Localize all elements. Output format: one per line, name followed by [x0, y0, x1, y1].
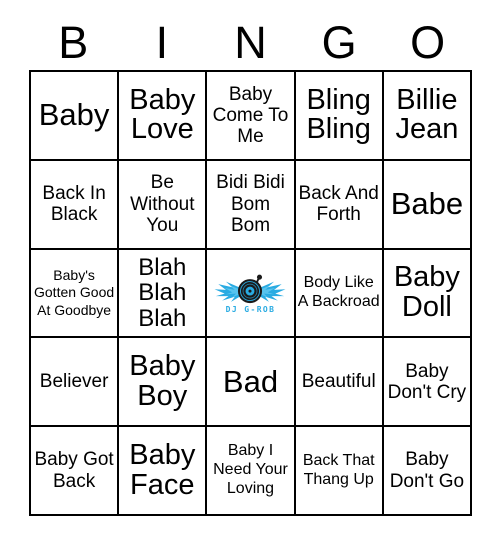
bingo-cell[interactable]: Back That Thang Up	[295, 427, 384, 516]
bingo-cell[interactable]: Beautiful	[295, 338, 384, 428]
bingo-cell[interactable]: Bling Bling	[295, 72, 384, 161]
bingo-cell[interactable]: Baby Don't Cry	[383, 338, 472, 428]
header-letter-o: O	[410, 16, 446, 68]
bingo-cell-label: Bad	[222, 363, 279, 399]
bingo-cell[interactable]: Back In Black	[31, 160, 120, 250]
bingo-cell-label: Bling Bling	[306, 83, 371, 146]
header-letter-n: N	[234, 16, 267, 68]
bingo-cell[interactable]: Baby Face	[119, 427, 208, 516]
free-space-content: DJ G-ROB	[207, 250, 293, 337]
bingo-cell-label: Baby's Gotten Good At Goodbye	[34, 267, 115, 318]
header-letter-b: B	[58, 16, 89, 68]
bingo-grid: Baby Baby Love Baby Come To Me Bling Bling B…	[29, 70, 472, 516]
bingo-cell-label: Baby Doll	[393, 261, 460, 323]
bingo-cell-label: Back And Forth	[298, 182, 379, 226]
bingo-cell[interactable]: Baby	[31, 72, 120, 161]
bingo-cell-label: Baby Got Back	[34, 449, 114, 492]
bingo-cell[interactable]: Baby Boy	[119, 338, 208, 428]
bingo-cell[interactable]: Blah Blah Blah	[119, 249, 208, 339]
bingo-cell-free-space[interactable]: DJ G-ROB	[207, 249, 296, 339]
bingo-cell[interactable]: Baby Doll	[383, 249, 472, 339]
bingo-cell-label: Believer	[39, 371, 109, 393]
bingo-cell[interactable]: Baby Got Back	[31, 427, 120, 516]
bingo-cell-label: Baby Don't Go	[389, 449, 465, 492]
bingo-cell-label: Babe	[390, 186, 464, 222]
dj-g-rob-logo	[207, 250, 293, 337]
bingo-cell-label: Baby I Need Your Loving	[213, 442, 288, 498]
bingo-cell[interactable]: Bad	[207, 338, 296, 428]
bingo-cell-label: Body Like A Backroad	[297, 274, 380, 310]
bingo-cell-label: Back In Black	[42, 182, 106, 226]
bingo-cell[interactable]: Bidi Bidi Bom Bom	[207, 160, 296, 250]
bingo-cell[interactable]: Baby Come To Me	[207, 72, 296, 161]
bingo-cell[interactable]: Be Without You	[119, 160, 208, 250]
bingo-cell-label: Billie Jean	[395, 83, 459, 146]
bingo-cell-label: Baby Come To Me	[212, 83, 289, 148]
bingo-cell[interactable]: Back And Forth	[295, 160, 384, 250]
bingo-cell-label: Baby Face	[129, 439, 196, 501]
bingo-cell[interactable]: Babe	[383, 160, 472, 250]
header-letter-i: I	[155, 16, 169, 68]
bingo-cell[interactable]: Billie Jean	[383, 72, 472, 161]
bingo-cell-label: Baby Don't Cry	[387, 360, 467, 403]
bingo-cell-label: Baby Love	[129, 83, 196, 146]
bingo-cell[interactable]: Body Like A Backroad	[295, 249, 384, 339]
header-letter-g: G	[321, 16, 357, 68]
bingo-header: B I N G O	[29, 14, 472, 70]
bingo-cell[interactable]: Baby Don't Go	[383, 427, 472, 516]
bingo-cell[interactable]: Believer	[31, 338, 120, 428]
bingo-cell-label: Back That Thang Up	[302, 451, 375, 488]
dj-g-rob-logo-text: DJ G-ROB	[225, 305, 276, 315]
bingo-cell-label: Baby Boy	[129, 350, 196, 412]
bingo-cell-label: Blah Blah Blah	[138, 254, 187, 332]
bingo-cell[interactable]: Baby I Need Your Loving	[207, 427, 296, 516]
bingo-cell-label: Baby	[38, 97, 110, 133]
bingo-cell[interactable]: Baby's Gotten Good At Goodbye	[31, 249, 120, 339]
bingo-cell-label: Bidi Bidi Bom Bom	[216, 172, 285, 236]
bingo-cell[interactable]: Baby Love	[119, 72, 208, 161]
bingo-cell-label: Beautiful	[301, 371, 376, 393]
bingo-cell-label: Be Without You	[130, 172, 195, 236]
bingo-card: B I N G O Baby Baby Love Baby Come To Me Bl…	[0, 0, 500, 544]
